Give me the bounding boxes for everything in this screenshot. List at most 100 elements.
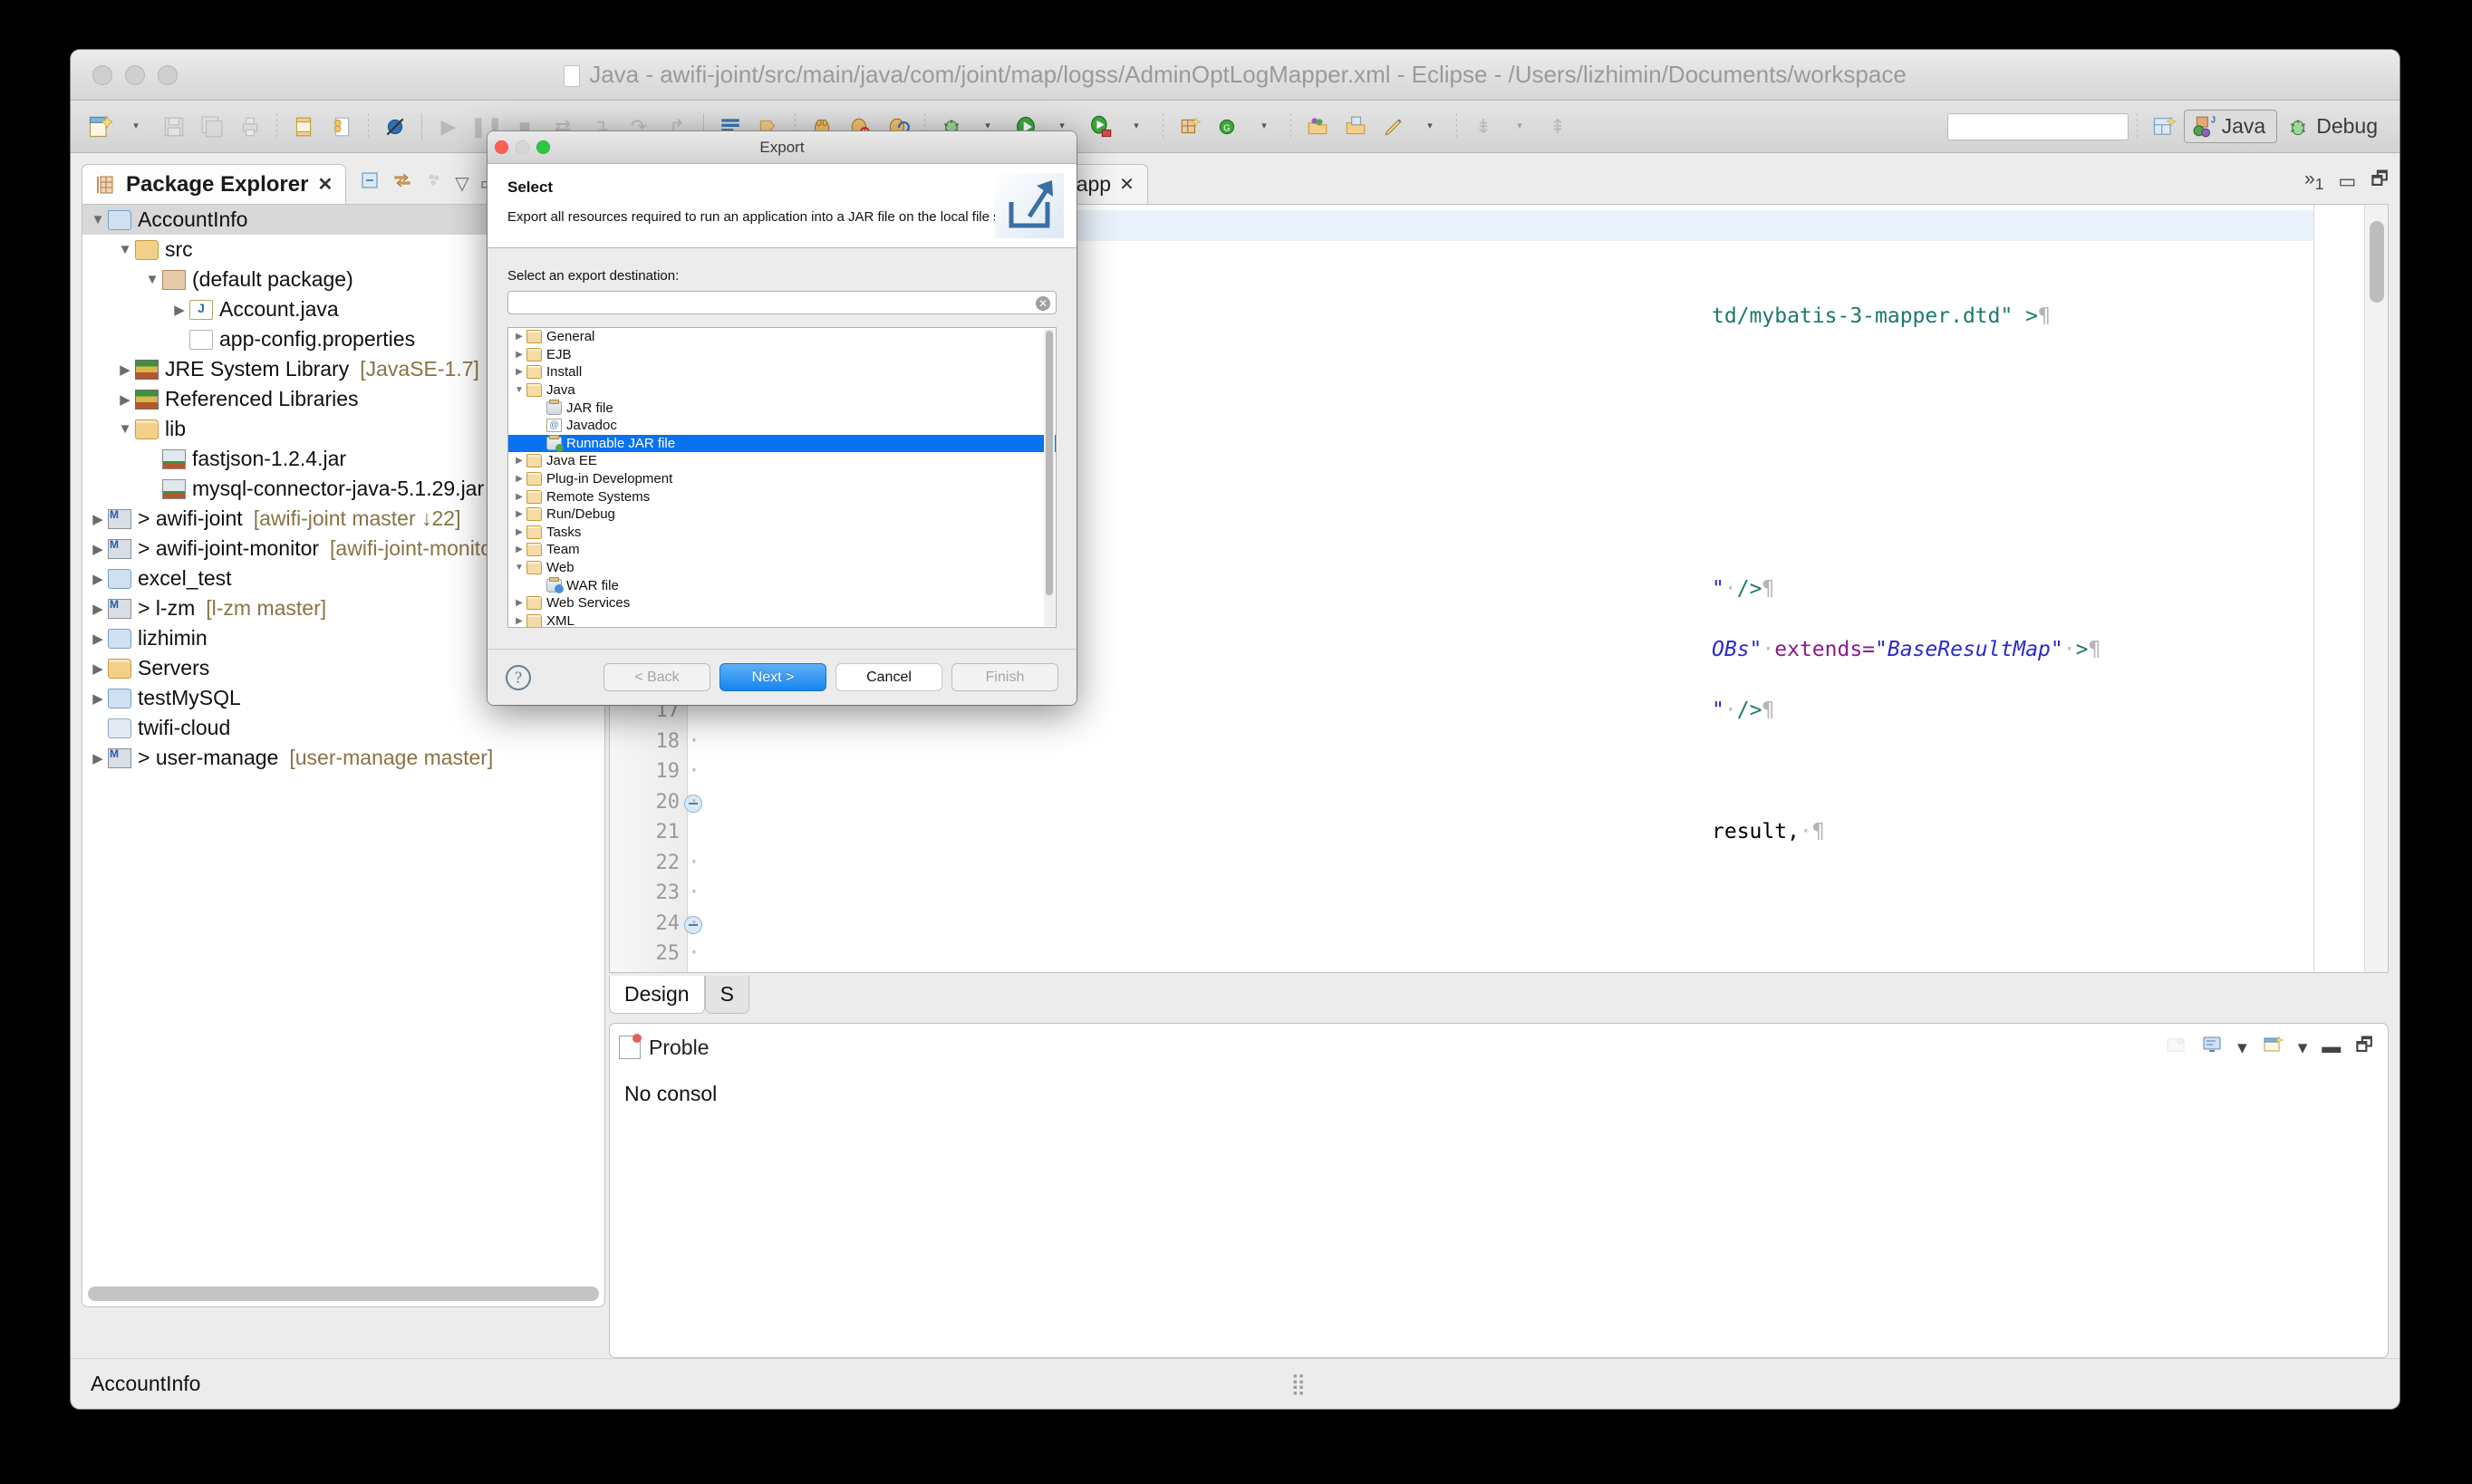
save-all-icon[interactable] [194, 109, 230, 145]
maximize-panel-icon[interactable]: 🗗 [2355, 1032, 2373, 1064]
close-icon[interactable]: ✕ [317, 173, 333, 196]
chevron-right-icon[interactable]: ▶ [115, 361, 135, 378]
destination-filter-input[interactable]: ✕ [507, 291, 1057, 314]
external-tools-dropdown-icon[interactable]: ▾ [1118, 109, 1154, 145]
chevron-down-icon[interactable]: ▼ [512, 563, 526, 573]
chevron-right-icon[interactable]: ▶ [88, 750, 108, 766]
new-java-package-icon[interactable] [285, 109, 322, 145]
new-wizard-dropdown-icon[interactable]: ▾ [118, 109, 154, 145]
chevron-right-icon[interactable]: ▶ [512, 367, 526, 377]
perspective-java-button[interactable]: J Java [2183, 110, 2278, 143]
export-tree-item[interactable]: ▶ General [508, 328, 1056, 346]
tab-problems[interactable]: Proble [619, 1034, 709, 1060]
export-tree-item[interactable]: ▶ Team [508, 541, 1056, 559]
chevron-right-icon[interactable]: ▶ [169, 302, 189, 318]
chevron-right-icon[interactable]: ▶ [512, 492, 526, 502]
chevron-right-icon[interactable]: ▶ [88, 601, 108, 617]
export-tree-item[interactable]: ▶ Run/Debug [508, 506, 1056, 524]
pin-console-icon[interactable] [2165, 1034, 2187, 1061]
perspective-debug-button[interactable]: Debug [2279, 111, 2389, 142]
editor-tab-overflow-indicator[interactable]: »1 [2304, 169, 2323, 194]
new-java-project-icon[interactable] [1172, 109, 1208, 145]
maximize-editor-icon[interactable]: 🗗 [2371, 166, 2389, 198]
export-tree-item[interactable]: JAR file [508, 399, 1056, 417]
next-annotation-icon[interactable]: ⇟ [1465, 109, 1502, 145]
export-tree-item[interactable]: ▼ Java [508, 381, 1056, 400]
export-tree-item[interactable]: ▶ Plug-in Development [508, 470, 1056, 488]
toolbar-search-input[interactable] [1946, 112, 2129, 140]
chevron-right-icon[interactable]: ▶ [88, 660, 108, 677]
cancel-button[interactable]: Cancel [835, 663, 942, 691]
chevron-right-icon[interactable]: ▶ [88, 511, 108, 527]
display-console-dropdown-icon[interactable]: ▾ [2237, 1036, 2247, 1059]
collapse-all-icon[interactable] [359, 169, 381, 197]
chevron-down-icon[interactable]: ▼ [115, 421, 135, 437]
new-wizard-icon[interactable] [82, 109, 118, 145]
open-console-dropdown-icon[interactable]: ▾ [2298, 1036, 2308, 1059]
open-type-icon[interactable] [1299, 109, 1336, 145]
export-tree-item[interactable]: ▶ Remote Systems [508, 487, 1056, 506]
chevron-right-icon[interactable]: ▶ [512, 332, 526, 342]
open-perspective-icon[interactable] [2146, 109, 2182, 145]
back-button[interactable]: < Back [604, 663, 710, 691]
export-tree-item[interactable]: ▶ Web Services [508, 594, 1056, 612]
export-tree-item[interactable]: ▶ Java EE [508, 452, 1056, 470]
link-with-editor-icon[interactable] [391, 169, 413, 197]
chevron-right-icon[interactable]: ▶ [512, 350, 526, 360]
export-dialog[interactable]: Export Select Export all resources requi… [488, 131, 1077, 705]
run-external-tools-icon[interactable] [1082, 109, 1118, 145]
new-annotation-icon[interactable]: G [1210, 109, 1246, 145]
export-tree-item[interactable]: Javadoc [508, 417, 1056, 435]
chevron-right-icon[interactable]: ▶ [88, 631, 108, 647]
export-tree-item[interactable]: ▼ Web [508, 559, 1056, 577]
minimize-panel-icon[interactable]: ▬ [2322, 1036, 2341, 1058]
help-button[interactable]: ? [506, 664, 531, 690]
view-menu-dots-icon[interactable] [424, 170, 444, 196]
chevron-right-icon[interactable]: ▶ [88, 571, 108, 587]
search-pencil-icon[interactable] [1376, 109, 1412, 145]
close-icon[interactable]: ✕ [1119, 173, 1135, 196]
new-class-icon[interactable] [323, 109, 360, 145]
open-console-icon[interactable] [2262, 1034, 2284, 1061]
dialog-tree-scrollbar-thumb[interactable] [1046, 331, 1053, 595]
chevron-down-icon[interactable]: ▼ [88, 212, 108, 227]
export-tree-item-selected[interactable]: Runnable JAR file [508, 434, 1056, 453]
chevron-right-icon[interactable]: ▶ [88, 690, 108, 707]
chevron-right-icon[interactable]: ▶ [512, 616, 526, 626]
chevron-down-icon[interactable]: ▼ [512, 385, 526, 395]
chevron-right-icon[interactable]: ▶ [512, 527, 526, 537]
toggle-breakpoint-icon[interactable] [377, 109, 413, 145]
chevron-right-icon[interactable]: ▶ [512, 509, 526, 519]
editor-scrollbar-thumb[interactable] [2370, 221, 2384, 303]
resume-icon[interactable]: ▶ [430, 109, 467, 145]
view-menu-icon[interactable]: ▽ [455, 172, 468, 195]
chevron-right-icon[interactable]: ▶ [512, 456, 526, 466]
next-button[interactable]: Next > [719, 663, 826, 691]
clear-icon[interactable]: ✕ [1036, 296, 1050, 311]
tab-package-explorer[interactable]: Package Explorer ✕ [82, 164, 347, 204]
search-dropdown-icon[interactable]: ▾ [1412, 109, 1448, 145]
export-tree-item[interactable]: ▶ XML [508, 612, 1056, 627]
chevron-right-icon[interactable]: ▶ [512, 474, 526, 484]
dialog-tree-scrollbar[interactable] [1044, 329, 1055, 626]
next-annotation-dropdown-icon[interactable]: ▾ [1502, 109, 1538, 145]
chevron-right-icon[interactable]: ▶ [115, 391, 135, 408]
chevron-right-icon[interactable]: ▶ [88, 541, 108, 557]
previous-annotation-icon[interactable]: ⇞ [1540, 109, 1576, 145]
chevron-down-icon[interactable]: ▼ [115, 242, 135, 257]
explorer-tree-item[interactable]: ▶ > user-manage [user-manage master] [82, 743, 604, 773]
export-tree-item[interactable]: ▶ Tasks [508, 524, 1056, 542]
print-icon[interactable] [232, 109, 268, 145]
editor-page-tab[interactable]: Design [609, 976, 705, 1014]
export-tree-item[interactable]: WAR file [508, 576, 1056, 594]
finish-button[interactable]: Finish [951, 663, 1058, 691]
editor-page-tab[interactable]: S [704, 976, 749, 1014]
explorer-tree-item[interactable]: · twifi-cloud [82, 713, 604, 743]
display-selected-console-icon[interactable] [2201, 1034, 2223, 1061]
new-type-dropdown-icon[interactable]: ▾ [1246, 109, 1282, 145]
open-resource-icon[interactable] [1337, 109, 1374, 145]
minimize-editor-icon[interactable]: ▭ [2338, 170, 2356, 193]
export-tree-item[interactable]: ▶ Install [508, 363, 1056, 381]
chevron-down-icon[interactable]: ▼ [142, 272, 162, 287]
export-tree-item[interactable]: ▶ EJB [508, 346, 1056, 364]
